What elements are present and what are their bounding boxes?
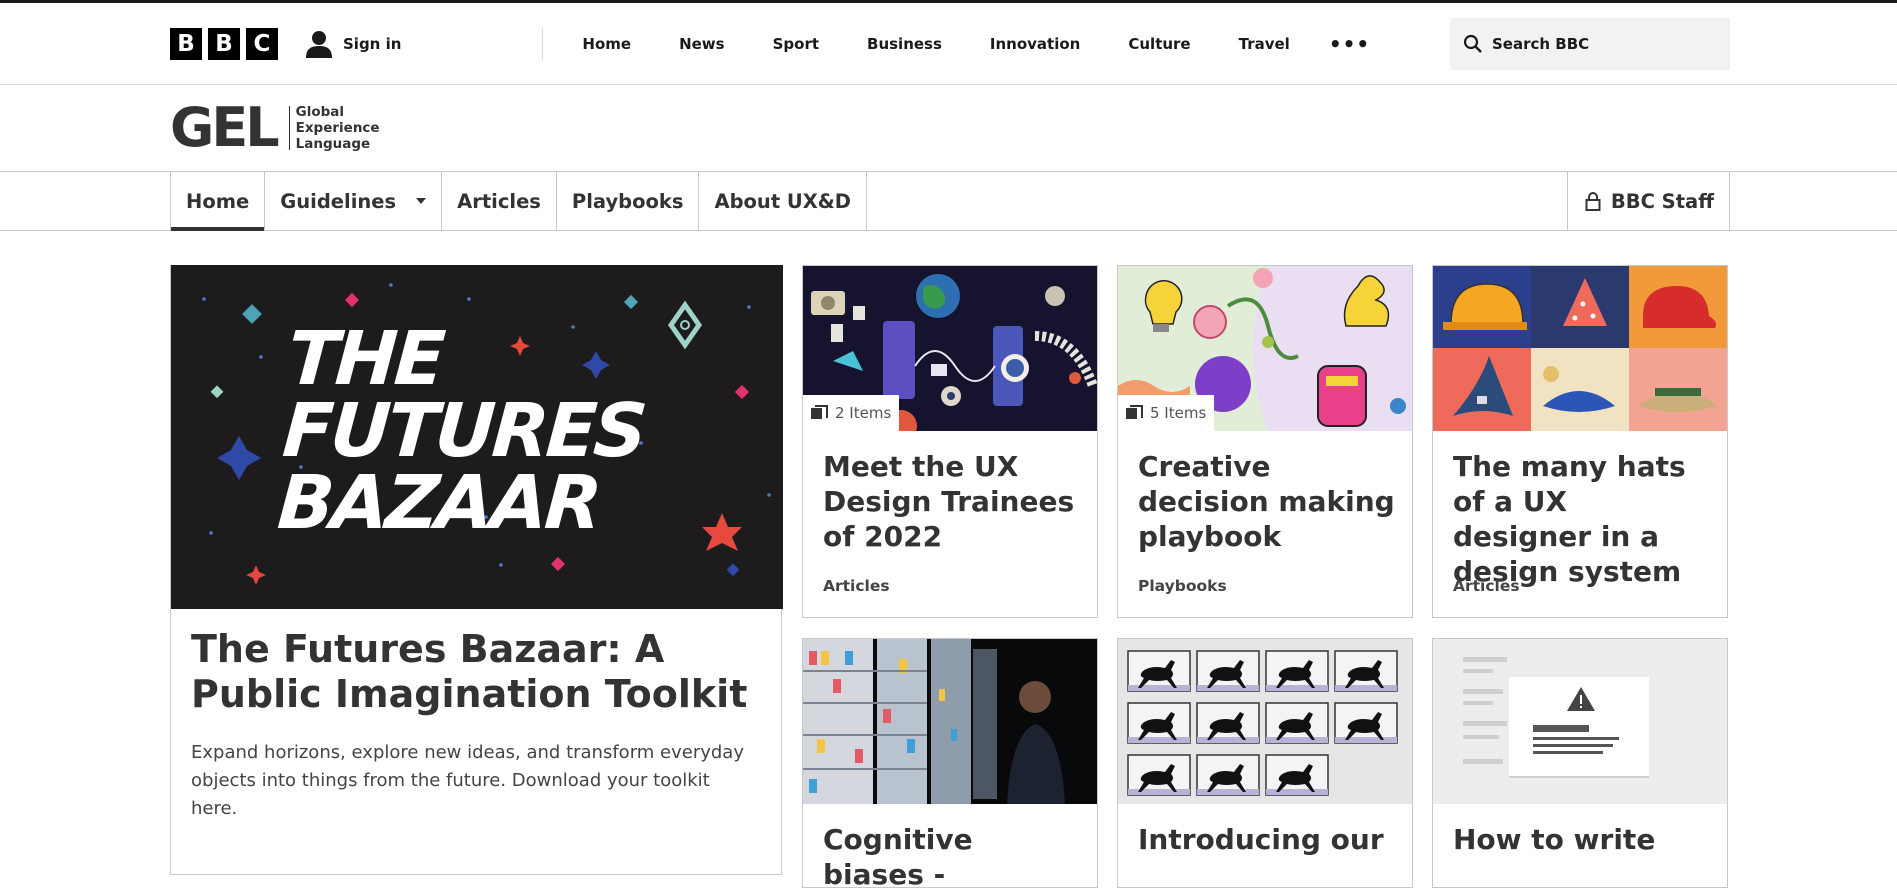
futures-bazaar-wordmark: THE FUTURES BAZAAR xyxy=(274,316,710,546)
bbc-logo[interactable]: B B C xyxy=(170,28,278,60)
gel-logo-mark: GEL xyxy=(170,96,280,159)
futures-bazaar-image: THE FUTURES BAZAAR xyxy=(171,265,783,609)
feature-title[interactable]: The Futures Bazaar: A Public Imagination… xyxy=(191,627,761,717)
horse-frame xyxy=(1127,754,1191,796)
items-count: 2 Items xyxy=(835,404,892,422)
subnav-playbooks[interactable]: Playbooks xyxy=(557,172,700,230)
horse-frame xyxy=(1265,650,1329,692)
nav-culture[interactable]: Culture xyxy=(1109,35,1219,53)
card-title[interactable]: Meet the UX Design Trainees of 2022 xyxy=(823,449,1083,554)
bbc-logo-letter: C xyxy=(246,28,278,60)
nav-business[interactable]: Business xyxy=(848,35,971,53)
gel-header: GEL Global Experience Language xyxy=(0,85,1897,172)
items-count: 5 Items xyxy=(1150,404,1207,422)
article-card[interactable]: 2 Items Meet the UX Design Trainees of 2… xyxy=(802,265,1098,618)
error-message-image xyxy=(1433,639,1727,804)
vending-illustration xyxy=(803,639,1097,804)
horse-frame xyxy=(1334,650,1398,692)
search-bbc-field[interactable]: Search BBC xyxy=(1450,18,1730,70)
subnav-articles-label: Articles xyxy=(457,189,541,213)
subnav-guidelines[interactable]: Guidelines xyxy=(265,172,443,230)
article-card[interactable]: Cognitive biases - xyxy=(802,638,1098,891)
subnav-home-label: Home xyxy=(186,189,250,213)
masthead-divider xyxy=(542,28,544,60)
horse-frame xyxy=(1196,754,1260,796)
bbc-main-nav: Home News Sport Business Innovation Cult… xyxy=(563,35,1318,53)
items-badge: 2 Items xyxy=(803,395,900,431)
card-category: Articles xyxy=(823,577,890,595)
nav-home[interactable]: Home xyxy=(563,35,660,53)
card-title[interactable]: Creative decision making playbook xyxy=(1138,449,1398,554)
horse-frames-illustration xyxy=(1118,639,1412,804)
subnav-about-label: About UX&D xyxy=(714,189,851,213)
user-icon xyxy=(306,31,332,58)
hats-illustration xyxy=(1433,266,1727,431)
feature-card[interactable]: THE FUTURES BAZAAR The Futures Bazaar: A… xyxy=(170,265,783,875)
bbc-staff-link[interactable]: BBC Staff xyxy=(1566,172,1730,230)
card-title[interactable]: Introducing our xyxy=(1138,822,1398,857)
card-title[interactable]: The many hats of a UX designer in a desi… xyxy=(1453,449,1713,589)
bbc-staff-label: BBC Staff xyxy=(1610,189,1714,213)
horse-frame xyxy=(1127,650,1191,692)
sign-in-link[interactable]: Sign in xyxy=(304,29,401,59)
gel-subnav: Home Guidelines Articles Playbooks About… xyxy=(0,172,1897,231)
ux-trainees-image: 2 Items xyxy=(803,266,1097,431)
nav-news[interactable]: News xyxy=(660,35,754,53)
horse-frame xyxy=(1127,702,1191,744)
horse-frame xyxy=(1196,702,1260,744)
items-badge: 5 Items xyxy=(1118,395,1215,431)
gel-logo-text: Global Experience Language xyxy=(296,104,380,152)
horse-frame xyxy=(1334,702,1398,744)
subnav-playbooks-label: Playbooks xyxy=(571,189,684,213)
nav-sport[interactable]: Sport xyxy=(754,35,848,53)
wordmark-line: THE xyxy=(285,316,446,402)
card-title[interactable]: How to write xyxy=(1453,822,1713,857)
subnav-home[interactable]: Home xyxy=(171,172,266,231)
article-card[interactable]: Introducing our xyxy=(1117,638,1413,888)
wordmark-line: BAZAAR xyxy=(274,460,602,546)
more-menu-button[interactable]: ••• xyxy=(1319,32,1380,56)
horse-frame xyxy=(1265,702,1329,744)
horse-frame xyxy=(1196,650,1260,692)
article-card[interactable]: 5 Items Creative decision making playboo… xyxy=(1117,265,1413,618)
many-hats-image xyxy=(1433,266,1727,431)
article-card[interactable]: How to write xyxy=(1432,638,1728,888)
horse-frames-image xyxy=(1118,639,1412,804)
nav-innovation[interactable]: Innovation xyxy=(971,35,1109,53)
nav-travel[interactable]: Travel xyxy=(1220,35,1319,53)
search-placeholder: Search BBC xyxy=(1492,35,1590,53)
wordmark-line: FUTURES xyxy=(279,388,648,474)
article-card[interactable]: The many hats of a UX designer in a desi… xyxy=(1432,265,1728,618)
card-title[interactable]: Cognitive biases - xyxy=(823,822,1083,892)
bbc-masthead: B B C Sign in Home News Sport Business I… xyxy=(0,0,1897,85)
subnav-articles[interactable]: Articles xyxy=(442,172,557,230)
cognitive-biases-image xyxy=(803,639,1097,804)
gel-logo[interactable]: GEL Global Experience Language xyxy=(170,101,380,155)
warning-illustration xyxy=(1433,639,1727,804)
bbc-logo-letter: B xyxy=(208,28,240,60)
collection-icon xyxy=(1126,405,1143,421)
gel-logo-line: Language xyxy=(295,136,371,152)
gel-logo-divider xyxy=(288,106,290,150)
feature-description: Expand horizons, explore new ideas, and … xyxy=(191,742,744,819)
sign-in-label: Sign in xyxy=(343,35,402,53)
bbc-logo-letter: B xyxy=(170,28,202,60)
gel-logo-line: Experience xyxy=(295,120,380,136)
subnav-guidelines-label: Guidelines xyxy=(280,189,397,213)
chevron-down-icon xyxy=(416,198,427,204)
creative-playbook-image: 5 Items xyxy=(1118,266,1412,431)
search-icon xyxy=(1463,34,1482,53)
subnav-about[interactable]: About UX&D xyxy=(699,172,867,230)
collection-icon xyxy=(811,405,828,421)
card-category: Playbooks xyxy=(1138,577,1227,595)
gel-logo-line: Global xyxy=(295,104,345,120)
horse-frame xyxy=(1265,754,1329,796)
card-category: Articles xyxy=(1453,577,1520,595)
lock-icon xyxy=(1585,191,1601,211)
